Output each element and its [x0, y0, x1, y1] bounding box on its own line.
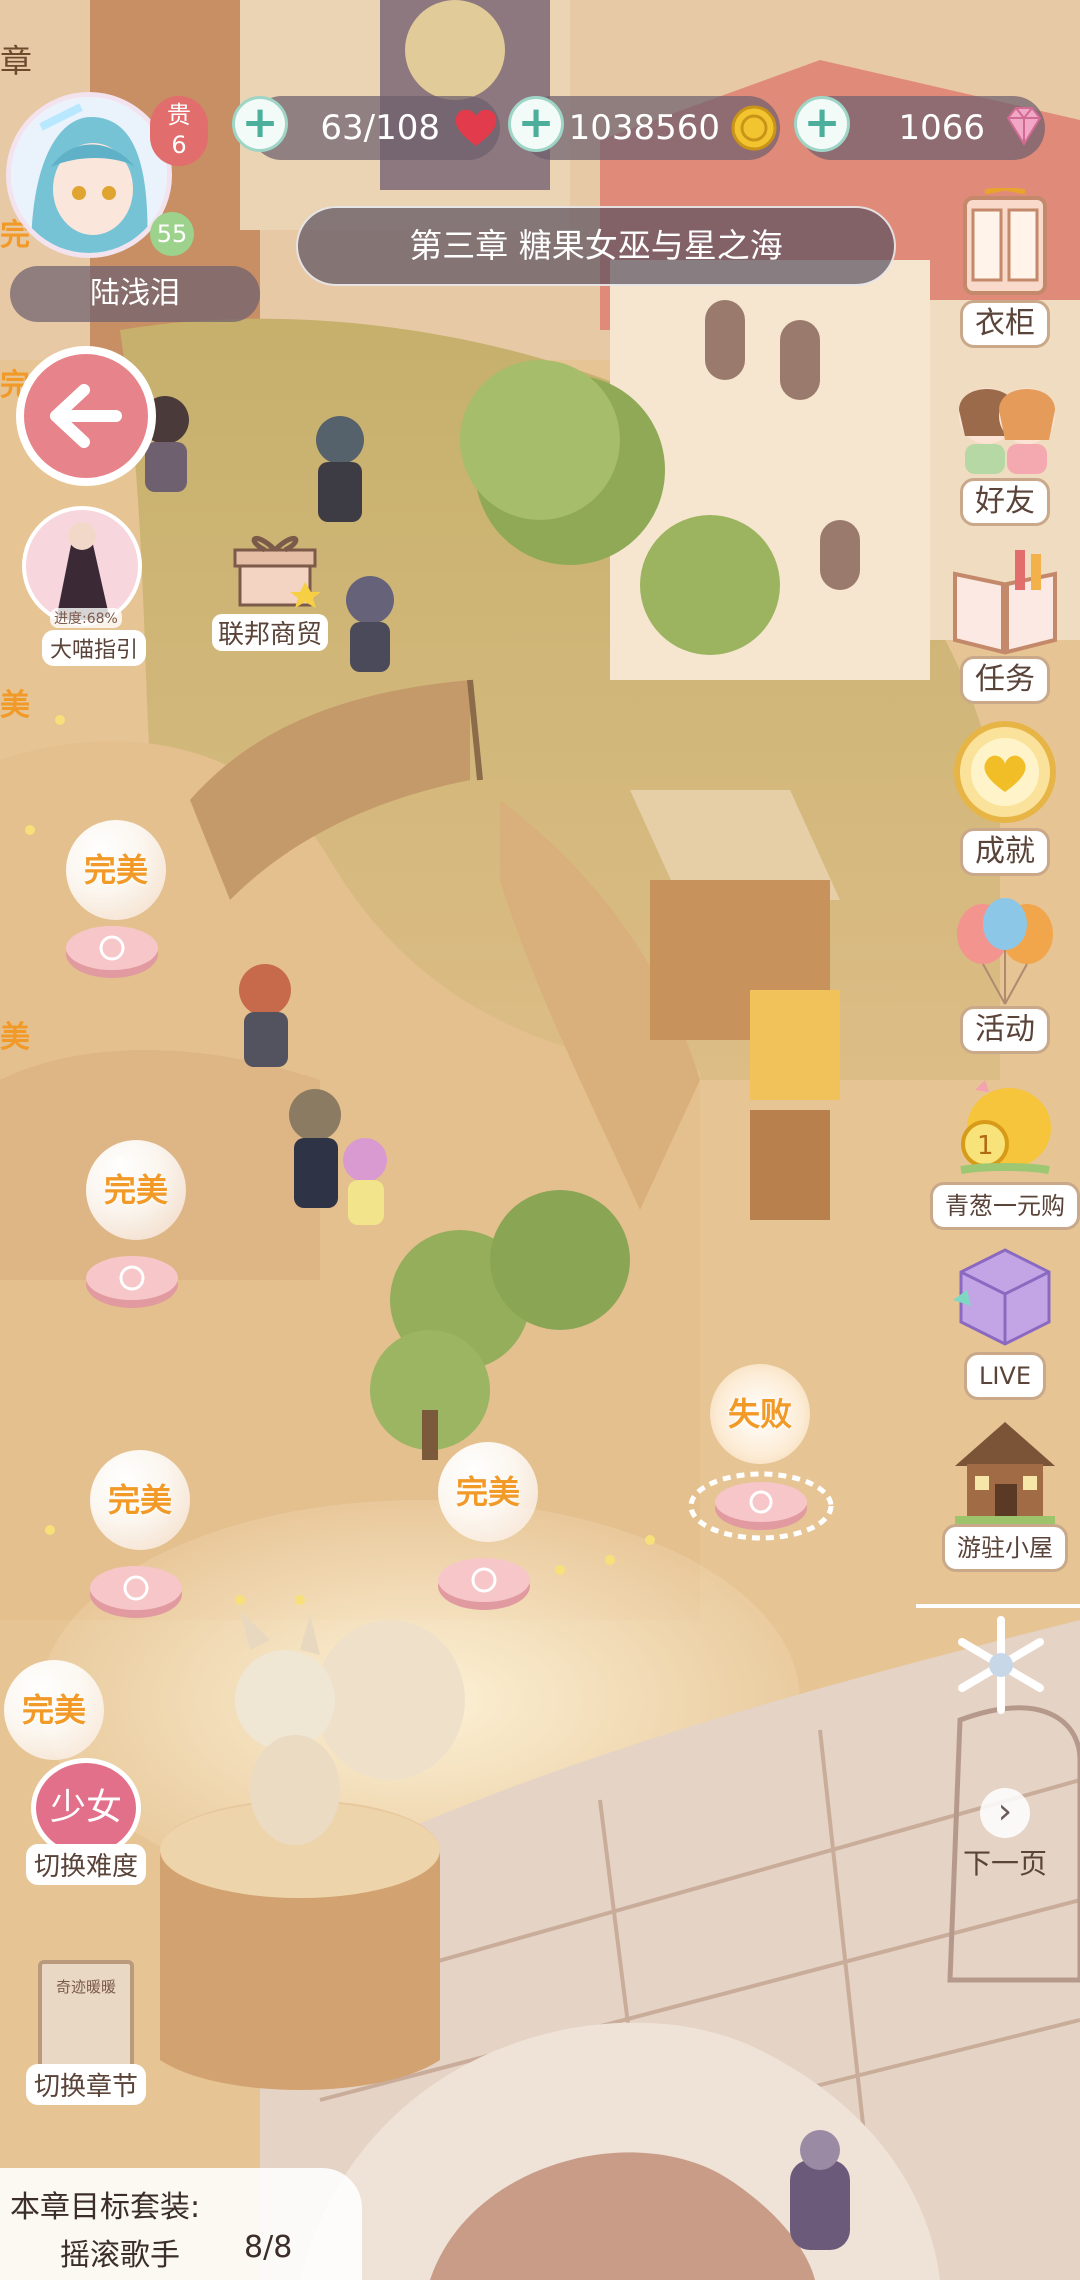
- level-status: 完美: [103, 1171, 168, 1209]
- guide-label: 大喵指引: [42, 630, 147, 666]
- left-edge-fragment: 美: [0, 688, 30, 723]
- back-button[interactable]: [16, 346, 156, 486]
- level-node[interactable]: 完美: [434, 1442, 554, 1622]
- diamond-value: 1066: [898, 108, 985, 148]
- chapter-book-icon: 奇迹暖暖: [38, 1960, 134, 2070]
- target-suit-panel: 本章目标套装: 摇滚歌手 8/8: [0, 2168, 362, 2280]
- svg-text:1: 1: [977, 1131, 994, 1161]
- left-edge-fragment: 美: [0, 1020, 30, 1055]
- balloons-icon: [957, 898, 1053, 1005]
- gift-box-icon: [233, 535, 321, 608]
- level-status: 失败: [727, 1395, 792, 1433]
- menu-friends-label: 好友: [960, 478, 1050, 526]
- diamond-icon: [1006, 107, 1042, 146]
- menu-events-label: 活动: [960, 1006, 1050, 1054]
- federation-trade-button[interactable]: 联邦商贸: [205, 520, 335, 670]
- menu-achievements-label: 成就: [960, 828, 1050, 876]
- vip-badge[interactable]: 贵 6: [150, 96, 208, 166]
- level-node[interactable]: 完美: [86, 1450, 206, 1630]
- menu-one-yuan-shop-label: 青葱一元购: [930, 1182, 1080, 1230]
- player-level: 55: [156, 220, 188, 248]
- level-status: 完美: [455, 1473, 520, 1511]
- level-status: 完美: [107, 1481, 172, 1519]
- add-stamina-button[interactable]: +: [232, 96, 288, 152]
- gold-coin-icon: [731, 105, 777, 151]
- level-node[interactable]: 完美: [82, 1140, 202, 1320]
- menu-one-yuan-shop[interactable]: 1 青葱一元购: [930, 1070, 1080, 1230]
- chapter-book-title: 奇迹暖暖: [55, 1978, 116, 1996]
- level-node[interactable]: 完美: [62, 820, 182, 980]
- target-suit-progress: 8/8: [244, 2230, 293, 2265]
- chick-coin-icon: 1: [960, 1080, 1051, 1174]
- difficulty-switch-button[interactable]: 少女 切换难度: [16, 1758, 156, 1888]
- menu-cottage-label: 游驻小屋: [942, 1524, 1068, 1572]
- level-node-current[interactable]: 失败: [686, 1364, 836, 1554]
- level-node[interactable]: 完美: [4, 1660, 114, 1770]
- avatar-portrait: [11, 97, 167, 253]
- level-pad: [90, 1566, 182, 1618]
- level-result-bubble: 失败: [710, 1364, 810, 1464]
- guide-button[interactable]: 进度:68% 大喵指引: [16, 506, 156, 666]
- stamina-value: 63/108: [320, 108, 440, 148]
- menu-cottage[interactable]: 游驻小屋: [930, 1412, 1080, 1572]
- target-suit-name: 摇滚歌手: [60, 2238, 180, 2273]
- tasks-book-icon: [953, 550, 1057, 655]
- level-result-bubble: 完美: [438, 1442, 538, 1542]
- level-pad: [86, 1256, 178, 1308]
- add-gold-button[interactable]: +: [508, 96, 564, 152]
- level-result-bubble: 完美: [86, 1140, 186, 1240]
- level-pad: [438, 1558, 530, 1610]
- menu-wardrobe[interactable]: 衣柜: [930, 185, 1080, 348]
- chapter-switch-label: 切换章节: [25, 2064, 146, 2105]
- level-result-bubble: 完美: [4, 1660, 104, 1760]
- level-status: 完美: [21, 1691, 86, 1729]
- menu-events[interactable]: 活动: [930, 894, 1080, 1054]
- arrow-left-icon: [50, 384, 122, 448]
- menu-live-label: LIVE: [963, 1352, 1047, 1400]
- menu-friends[interactable]: 好友: [930, 366, 1080, 526]
- next-page-label: 下一页: [962, 1847, 1047, 1880]
- menu-achievements[interactable]: 成就: [930, 716, 1080, 876]
- guide-progress: 进度:68%: [50, 608, 122, 628]
- vip-label: 贵: [167, 101, 191, 129]
- target-suit-title: 本章目标套装:: [10, 2190, 201, 2225]
- wardrobe-icon: [963, 185, 1047, 295]
- player-name: 陆浅泪: [10, 266, 260, 322]
- chapter-switch-button[interactable]: 奇迹暖暖 切换章节: [16, 1960, 156, 2120]
- friends-icon: [959, 388, 1055, 474]
- menu-tasks-label: 任务: [960, 656, 1050, 704]
- gold-value: 1038560: [568, 108, 720, 148]
- snowflake-ornament: [946, 1610, 1056, 1720]
- level-pad: [66, 926, 158, 978]
- house-icon: [955, 1422, 1055, 1526]
- left-edge-fragment: 章: [0, 42, 33, 80]
- difficulty-badge: 少女: [31, 1758, 141, 1858]
- federation-trade-label: 联邦商贸: [211, 614, 328, 651]
- difficulty-label: 切换难度: [25, 1844, 146, 1885]
- level-pad-selected: [688, 1471, 834, 1541]
- cube-icon: [953, 1248, 1051, 1346]
- player-avatar[interactable]: [6, 92, 172, 258]
- divider-line: [916, 1604, 1080, 1608]
- heart-icon: [455, 109, 497, 146]
- level-status: 完美: [83, 851, 148, 889]
- add-diamond-button[interactable]: +: [794, 96, 850, 152]
- achievement-badge-icon: [954, 721, 1056, 823]
- chevron-right-icon: ›: [980, 1788, 1030, 1838]
- next-page-button[interactable]: › 下一页: [950, 1788, 1060, 1898]
- menu-tasks[interactable]: 任务: [930, 544, 1080, 704]
- player-level-badge: 55: [150, 212, 194, 256]
- menu-live[interactable]: LIVE: [930, 1240, 1080, 1400]
- snowflake-icon: [958, 1616, 1044, 1714]
- vip-level: 6: [171, 131, 187, 159]
- chapter-title: 第三章 糖果女巫与星之海: [296, 206, 896, 286]
- level-result-bubble: 完美: [66, 820, 166, 920]
- menu-wardrobe-label: 衣柜: [960, 300, 1050, 348]
- level-result-bubble: 完美: [90, 1450, 190, 1550]
